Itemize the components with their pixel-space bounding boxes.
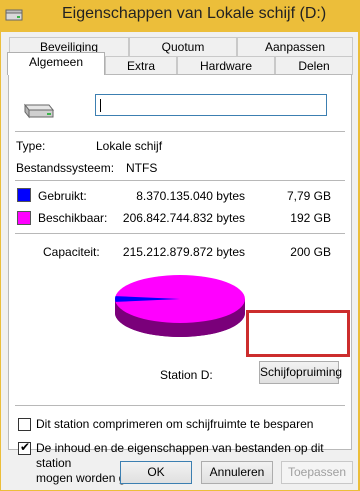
capacity-gb: 200 GB — [290, 245, 331, 259]
used-gb: 7,79 GB — [286, 189, 331, 203]
type-label: Type: — [16, 139, 46, 153]
tab-aanpassen[interactable]: Aanpassen — [237, 37, 353, 56]
tab-hardware[interactable]: Hardware — [177, 56, 275, 75]
separator — [15, 180, 345, 181]
free-color-swatch — [17, 211, 31, 225]
filesystem-label: Bestandssysteem: — [16, 161, 115, 175]
capacity-label: Capaciteit: — [43, 245, 100, 259]
index-checkbox[interactable]: ✔ — [18, 440, 31, 455]
window-title: Eigenschappen van Lokale schijf (D:) — [62, 5, 327, 22]
tab-delen[interactable]: Delen — [275, 56, 353, 75]
checkmark-icon: ✔ — [20, 440, 31, 454]
capacity-bytes: 215.212.879.872 bytes — [122, 245, 245, 259]
title-bar[interactable]: Eigenschappen van Lokale schijf (D:) — [0, 0, 360, 32]
drive-label: Station D: — [160, 368, 213, 382]
free-label: Beschikbaar: — [38, 211, 108, 225]
ok-button[interactable]: OK — [120, 461, 192, 484]
text-caret — [100, 99, 101, 112]
tab-extra[interactable]: Extra — [105, 56, 177, 75]
compress-label[interactable]: Dit station comprimeren om schijfruimte … — [36, 417, 313, 431]
disk-cleanup-button[interactable]: Schijfopruiming — [259, 361, 342, 384]
dialog-client: Beveiliging Quotum Aanpassen Algemeen Ex… — [1, 32, 358, 490]
separator — [15, 131, 345, 132]
compress-checkbox[interactable] — [18, 418, 31, 431]
free-bytes: 206.842.744.832 bytes — [122, 211, 245, 225]
properties-window: Eigenschappen van Lokale schijf (D:) Bev… — [0, 0, 360, 491]
used-label: Gebruikt: — [38, 189, 87, 203]
apply-button[interactable]: Toepassen — [281, 461, 353, 484]
used-bytes: 8.370.135.040 bytes — [136, 189, 245, 203]
general-panel: Type: Lokale schijf Bestandssysteem: NTF… — [8, 74, 352, 485]
drive-name-input[interactable] — [95, 94, 327, 116]
used-color-swatch — [17, 188, 31, 202]
free-gb: 192 GB — [290, 211, 331, 225]
type-value: Lokale schijf — [96, 139, 163, 153]
hard-drive-icon — [23, 103, 55, 119]
filesystem-value: NTFS — [126, 161, 158, 175]
tab-algemeen[interactable]: Algemeen — [7, 52, 105, 75]
separator — [15, 233, 345, 234]
separator — [15, 405, 345, 406]
cancel-button[interactable]: Annuleren — [201, 461, 273, 484]
disk-usage-pie — [114, 275, 245, 337]
tab-quotum[interactable]: Quotum — [129, 37, 237, 56]
annotation-highlight — [246, 310, 350, 357]
drive-icon — [5, 9, 23, 21]
